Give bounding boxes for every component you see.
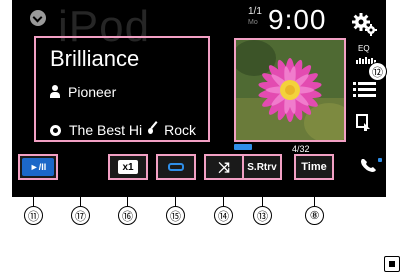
clock: 9:00 — [268, 4, 327, 35]
callout-line-8 — [314, 182, 315, 208]
callout-line-17 — [80, 142, 81, 208]
repeat-button[interactable] — [156, 154, 196, 180]
head-unit-screen: iPod Brilliance Pioneer The Best Hi Rock… — [12, 0, 386, 197]
device-select-icon[interactable] — [352, 114, 382, 132]
repeat-indicator-icon — [234, 144, 252, 150]
callout-11: ⑪ — [24, 206, 43, 225]
phone-icon[interactable] — [358, 155, 386, 175]
callout-12: ⑫ — [368, 62, 387, 81]
callout-16: ⑯ — [118, 206, 137, 225]
callout-line-15 — [175, 182, 176, 208]
sound-retriever-label: S.Rtrv — [247, 161, 277, 173]
list-menu-icon[interactable] — [352, 82, 382, 98]
callout-line-16 — [127, 182, 128, 208]
track-info-highlight — [34, 36, 210, 142]
shuffle-button[interactable]: ⤨ — [204, 154, 244, 180]
playback-speed-button[interactable]: x1 — [108, 154, 148, 180]
settings-gear-icon[interactable] — [352, 12, 382, 36]
sound-retriever-button[interactable]: S.Rtrv — [242, 154, 282, 180]
play-pause-label: ►/II — [22, 158, 54, 176]
callout-line-14 — [223, 182, 224, 208]
callout-line-13 — [262, 182, 263, 208]
callout-13: ⑬ — [253, 206, 272, 225]
callout-line-11 — [33, 182, 34, 208]
callout-8: ⑧ — [305, 206, 324, 225]
album-art-highlight — [234, 38, 346, 142]
playback-speed-label: x1 — [118, 160, 138, 174]
time-display-label: Time — [301, 161, 327, 173]
eq-label: EQ — [358, 44, 370, 53]
callout-line-12 — [346, 71, 368, 72]
play-pause-button[interactable]: ►/II — [18, 154, 58, 180]
callout-14: ⑭ — [214, 206, 233, 225]
time-display-button[interactable]: Time — [294, 154, 334, 180]
collapse-chevron-icon[interactable] — [30, 10, 46, 26]
track-counter-sub: Mo — [248, 19, 258, 26]
shuffle-icon: ⤨ — [218, 158, 230, 175]
stop-icon — [384, 256, 400, 272]
callout-15: ⑮ — [166, 206, 185, 225]
track-number-small: 4/32 — [292, 144, 310, 154]
repeat-icon — [168, 163, 184, 171]
callout-17: ⑰ — [71, 206, 90, 225]
track-counter: 1/1 — [248, 6, 262, 17]
